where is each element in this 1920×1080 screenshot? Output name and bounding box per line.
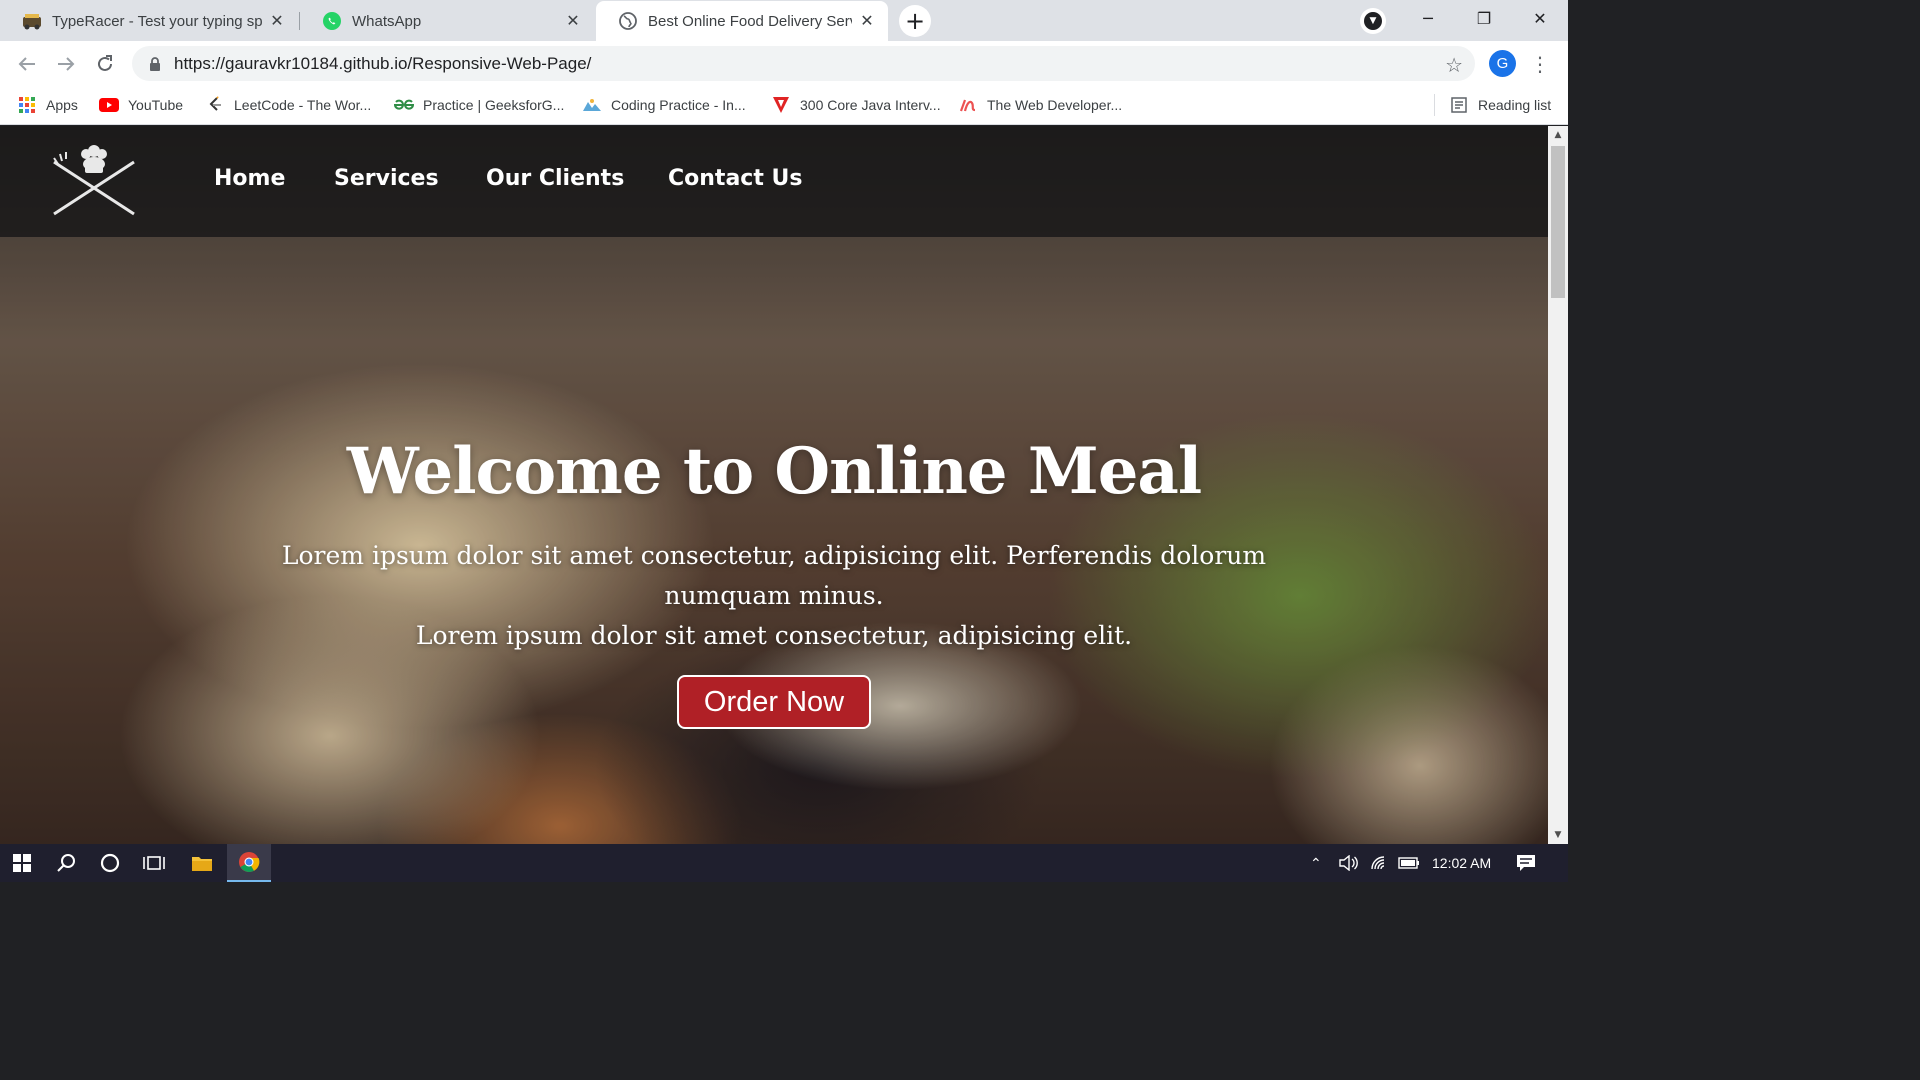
clock[interactable]: 12:02 AM <box>1432 844 1491 882</box>
show-hidden-icons-button[interactable]: ⌃ <box>1310 844 1322 882</box>
tab-food-delivery[interactable]: Best Online Food Delivery Service ✕ <box>596 1 888 41</box>
task-view-button[interactable] <box>132 844 176 882</box>
notification-icon <box>1517 855 1535 871</box>
chevron-up-icon: ⌃ <box>1310 854 1322 871</box>
nav-contact-us-link[interactable]: Contact Us <box>668 166 802 191</box>
chrome-icon <box>239 852 260 872</box>
nav-our-clients-link[interactable]: Our Clients <box>486 166 624 191</box>
bookmark-geeksforgeeks[interactable]: Practice | GeeksforG... <box>394 94 564 116</box>
scroll-up-arrow-icon[interactable]: ▲ <box>1548 126 1568 144</box>
back-button[interactable] <box>12 49 42 79</box>
hero-description: Lorem ipsum dolor sit amet consectetur, … <box>240 536 1308 656</box>
leetcode-icon <box>205 96 225 114</box>
restore-button[interactable]: ❐ <box>1456 0 1512 36</box>
reload-icon <box>98 55 112 71</box>
tab-whatsapp[interactable]: WhatsApp ✕ <box>300 1 594 41</box>
scroll-down-arrow-icon[interactable]: ▼ <box>1548 826 1568 844</box>
bookmark-coding-practice[interactable]: Coding Practice - In... <box>582 94 746 116</box>
java-icon <box>771 96 791 114</box>
minimize-button[interactable]: ─ <box>1400 0 1456 36</box>
folder-icon <box>192 857 212 871</box>
action-center-button[interactable] <box>1516 844 1536 882</box>
battery-icon[interactable] <box>1398 844 1420 882</box>
file-explorer-button[interactable] <box>180 844 224 882</box>
reading-list-label: Reading list <box>1478 97 1552 113</box>
chef-logo-icon[interactable] <box>48 144 140 224</box>
coding-practice-icon <box>582 96 602 114</box>
reading-list-icon <box>1449 96 1469 114</box>
browser-menu-icon[interactable]: ⋮ <box>1530 51 1550 77</box>
bookmark-core-java[interactable]: 300 Core Java Interv... <box>771 94 941 116</box>
page-viewport: Home Services Our Clients Contact Us Wel… <box>0 126 1548 844</box>
back-arrow-icon <box>18 57 35 71</box>
forward-button[interactable] <box>51 49 81 79</box>
forward-arrow-icon <box>58 57 75 71</box>
windows-logo-icon <box>13 854 31 872</box>
close-tab-icon[interactable]: ✕ <box>858 12 876 30</box>
hero-title: Welcome to Online Meal <box>346 434 1202 509</box>
whatsapp-icon <box>322 11 342 31</box>
bookmark-label: Practice | GeeksforG... <box>423 97 565 113</box>
bookmark-label: YouTube <box>128 97 184 113</box>
close-window-button[interactable]: ✕ <box>1512 0 1568 36</box>
cortana-circle-icon <box>100 853 120 873</box>
globe-icon <box>618 11 638 31</box>
udemy-icon <box>958 96 978 114</box>
order-now-button[interactable]: Order Now <box>677 675 871 729</box>
typeracer-icon <box>22 11 42 31</box>
close-tab-icon[interactable]: ✕ <box>268 12 286 30</box>
bookmarks-bar: Apps YouTube LeetCode - The Wor... Pract… <box>0 86 1568 125</box>
bookmark-leetcode[interactable]: LeetCode - The Wor... <box>205 94 371 116</box>
nav-services-link[interactable]: Services <box>334 166 439 191</box>
bookmark-label: Coding Practice - In... <box>611 97 746 113</box>
address-bar[interactable]: https://gauravkr10184.github.io/Responsi… <box>132 46 1475 81</box>
tab-typeracer[interactable]: TypeRacer - Test your typing spee ✕ <box>0 1 298 41</box>
reading-list-button[interactable]: Reading list <box>1434 94 1551 116</box>
tab-title: WhatsApp <box>352 12 422 30</box>
profile-avatar[interactable]: G <box>1489 50 1516 77</box>
lock-icon <box>150 56 160 71</box>
url-text[interactable]: https://gauravkr10184.github.io/Responsi… <box>174 54 591 74</box>
nav-home-link[interactable]: Home <box>214 166 285 191</box>
wifi-icon[interactable] <box>1370 844 1390 882</box>
volume-icon[interactable] <box>1338 844 1358 882</box>
new-tab-button[interactable]: + <box>899 5 931 37</box>
bookmark-youtube[interactable]: YouTube <box>99 94 183 116</box>
hero-paragraph-1: Lorem ipsum dolor sit amet consectetur, … <box>281 541 1267 610</box>
cortana-button[interactable] <box>88 844 132 882</box>
site-navbar: Home Services Our Clients Contact Us <box>0 126 1548 237</box>
search-icon <box>57 854 75 872</box>
scroll-thumb[interactable] <box>1551 146 1565 298</box>
bookmark-label: Apps <box>46 97 78 113</box>
bookmark-label: 300 Core Java Interv... <box>800 97 941 113</box>
chrome-taskbar-button[interactable] <box>227 844 271 882</box>
browser-toolbar: https://gauravkr10184.github.io/Responsi… <box>0 41 1568 86</box>
tab-strip: TypeRacer - Test your typing spee ✕ What… <box>0 0 1568 41</box>
chevron-down-icon: ▼ <box>1364 12 1382 30</box>
tab-title: TypeRacer - Test your typing spee <box>52 12 262 30</box>
windows-taskbar: ⌃ 12:02 AM <box>0 844 1568 882</box>
bookmark-web-developer[interactable]: The Web Developer... <box>958 94 1122 116</box>
geeksforgeeks-icon <box>394 96 414 114</box>
start-button[interactable] <box>0 844 44 882</box>
tab-search-button[interactable]: ▼ <box>1360 8 1386 34</box>
task-view-icon <box>143 856 165 870</box>
bookmark-apps[interactable]: Apps <box>17 94 78 116</box>
hero-paragraph-2: Lorem ipsum dolor sit amet consectetur, … <box>415 621 1133 650</box>
page-scrollbar[interactable]: ▲ ▼ <box>1548 126 1568 844</box>
search-button[interactable] <box>44 844 88 882</box>
youtube-icon <box>99 96 119 114</box>
bookmark-label: LeetCode - The Wor... <box>234 97 372 113</box>
bookmark-label: The Web Developer... <box>987 97 1123 113</box>
tab-title: Best Online Food Delivery Service <box>648 12 852 30</box>
bookmark-star-icon[interactable]: ☆ <box>1445 53 1463 77</box>
reload-button[interactable] <box>90 49 120 79</box>
apps-grid-icon <box>17 96 37 114</box>
close-tab-icon[interactable]: ✕ <box>564 12 582 30</box>
